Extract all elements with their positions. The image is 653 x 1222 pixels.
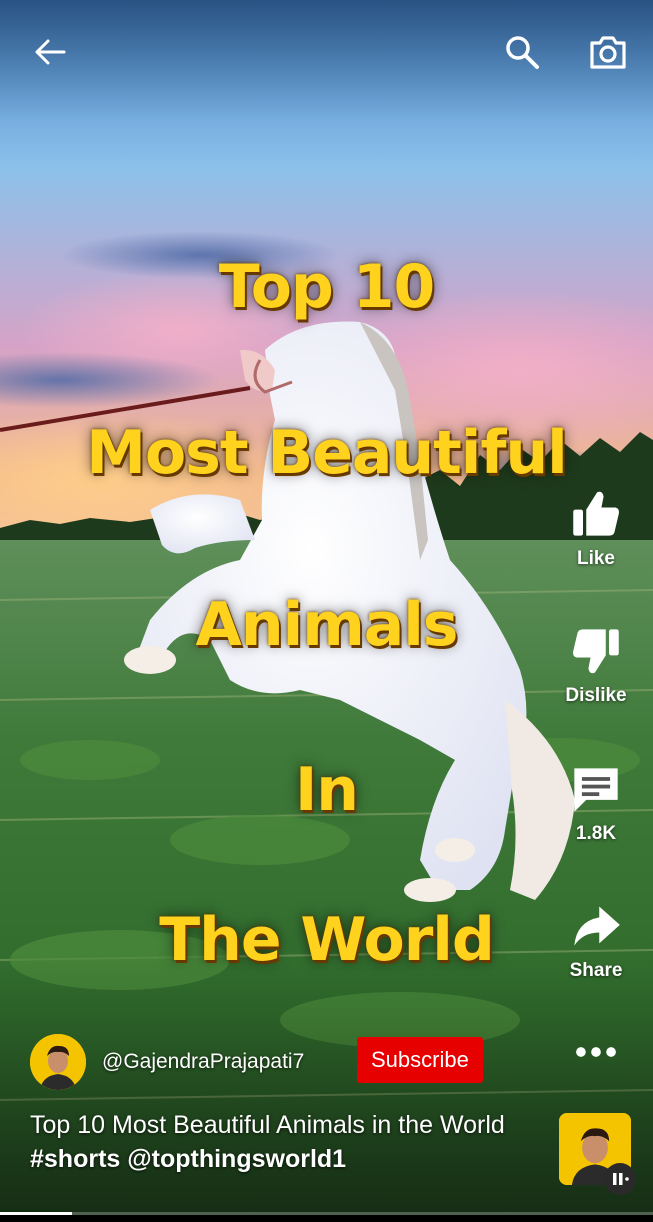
overlay-title-line-2: Most Beautiful [86,418,567,488]
more-button[interactable] [556,1038,636,1066]
share-icon [574,906,620,946]
video-frame[interactable]: Top 10 Most Beautiful Animals In The Wor… [0,0,653,1222]
comment-icon [574,768,618,812]
dislike-label: Dislike [565,685,627,706]
comments-count: 1.8K [575,823,617,844]
share-label: Share [569,960,623,981]
avatar[interactable] [30,1034,86,1090]
thumbs-up-icon [573,491,619,536]
pause-icon [613,1173,629,1185]
channel-row: @GajendraPrajapati7 Subscribe [30,1032,510,1092]
search-icon[interactable] [502,32,542,72]
caption-hashtag[interactable]: #shorts [30,1145,120,1173]
camera-icon[interactable] [588,32,628,72]
video-caption[interactable]: Top 10 Most Beautiful Animals in the Wor… [30,1108,530,1176]
like-button[interactable]: Like [556,488,636,570]
subscribe-button[interactable]: Subscribe [357,1037,483,1083]
dislike-button[interactable]: Dislike [556,625,636,707]
overlay-title-line-1: Top 10 [218,252,436,322]
more-icon [576,1047,616,1057]
system-nav-bar [0,1215,653,1222]
caption-mention[interactable]: @topthingsworld1 [127,1145,346,1173]
comments-button[interactable]: 1.8K [556,763,636,845]
like-label: Like [576,548,616,569]
thumbs-down-icon [573,629,619,674]
top-bar [0,10,653,90]
share-button[interactable]: Share [556,900,636,982]
avatar-image [30,1034,86,1090]
channel-handle[interactable]: @GajendraPrajapati7 [102,1050,304,1074]
pause-badge[interactable] [604,1163,636,1195]
caption-text: Top 10 Most Beautiful Animals in the Wor… [30,1111,505,1139]
back-arrow-icon[interactable] [30,32,70,72]
